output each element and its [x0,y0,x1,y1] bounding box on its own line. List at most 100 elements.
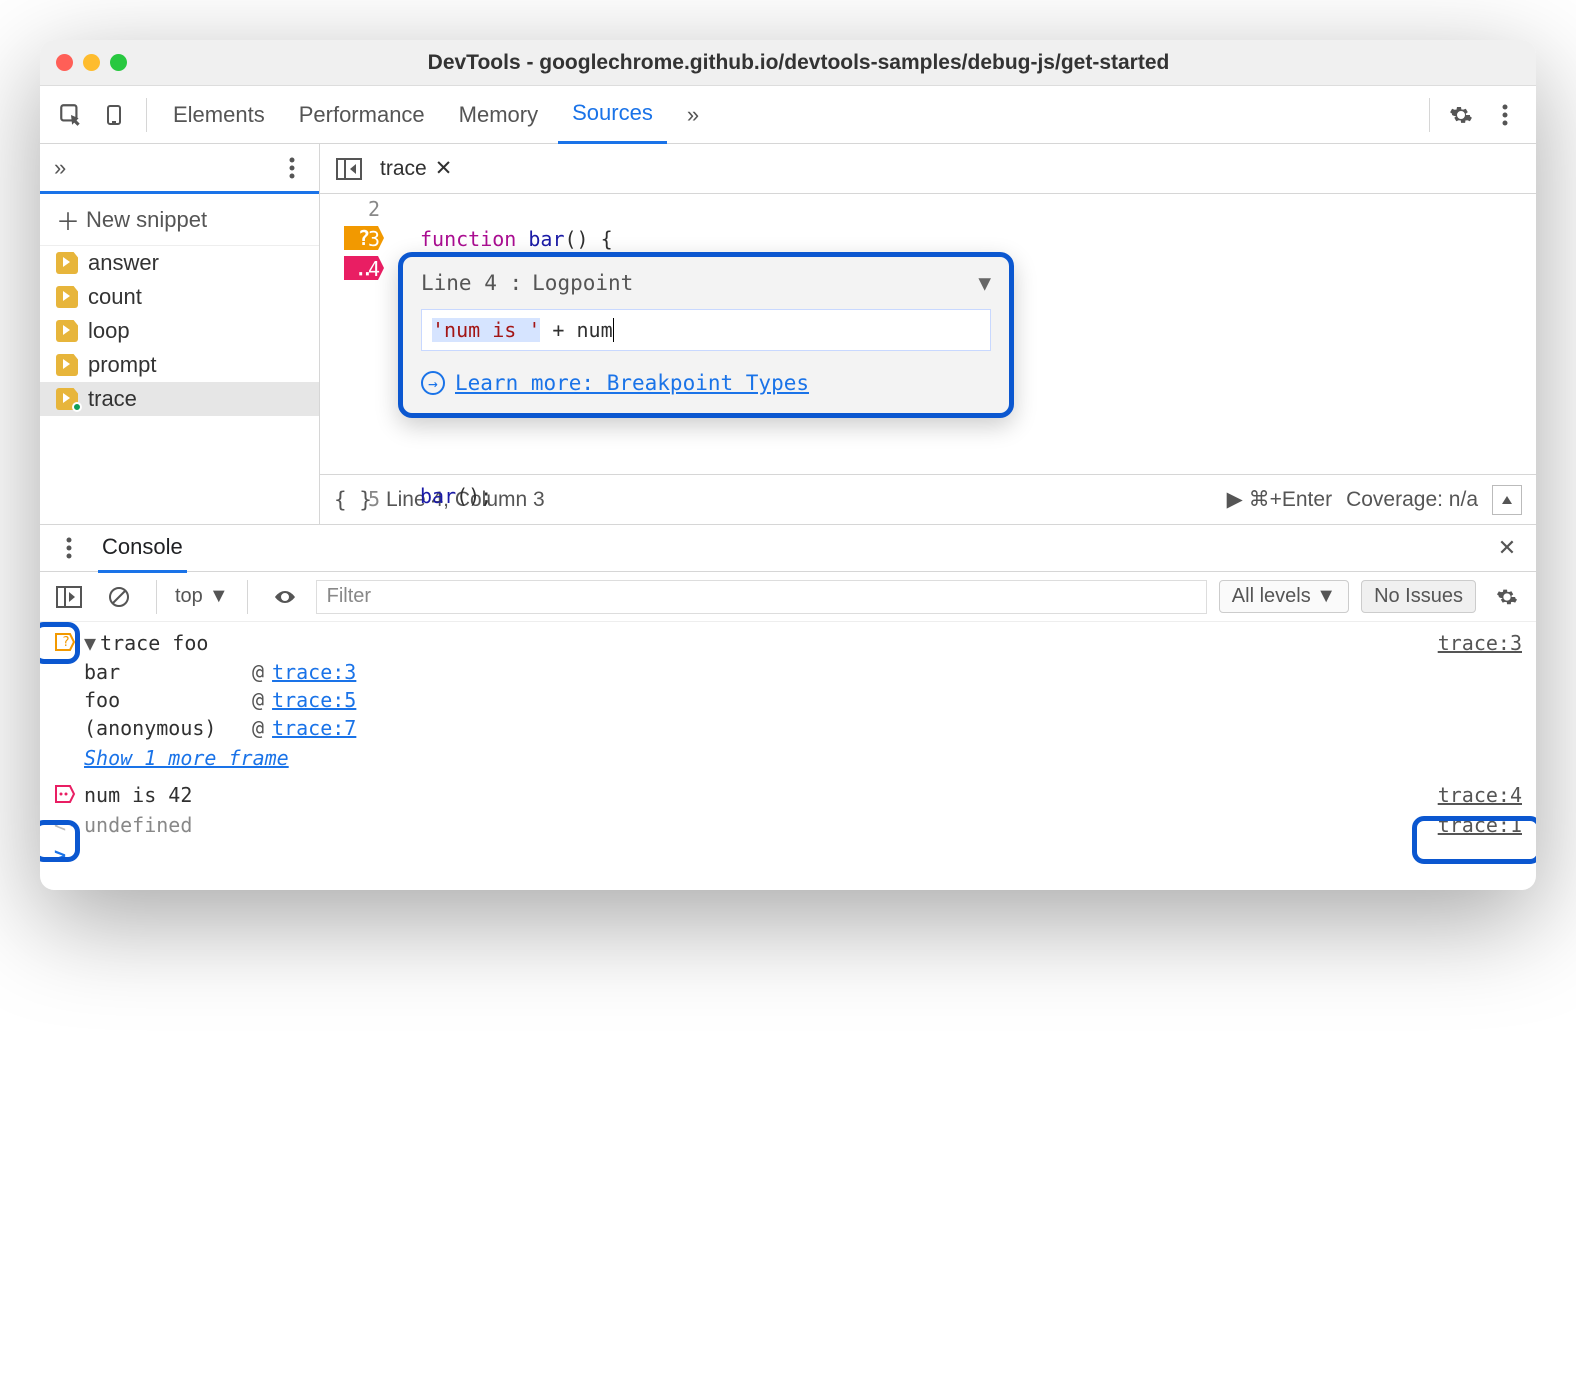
file-loop[interactable]: loop [40,314,319,348]
file-count[interactable]: count [40,280,319,314]
window-zoom-button[interactable] [110,54,127,71]
window-close-button[interactable] [56,54,73,71]
breakpoint-type-select[interactable]: Logpoint [532,271,633,295]
editor-tab-label: trace [380,157,427,181]
line-gutter[interactable]: 2 ?3 ‥4 5 [320,194,390,514]
stack-frame[interactable]: foo@trace:5 [84,686,1522,714]
tab-memory[interactable]: Memory [445,86,552,144]
snippet-icon [56,320,78,342]
settings-icon[interactable] [1442,96,1480,134]
source-link[interactable]: trace:7 [272,716,356,740]
more-menu-icon[interactable] [1486,96,1524,134]
new-snippet-label: New snippet [86,207,207,233]
modified-dot-icon [72,402,82,412]
run-snippet-button[interactable]: ▶ ⌘+Enter [1227,487,1332,512]
drawer-menu-icon[interactable] [50,529,88,567]
new-snippet-button[interactable]: ＋ New snippet [40,194,319,246]
close-tab-icon[interactable]: ✕ [435,156,453,181]
window-title: DevTools - googlechrome.github.io/devtoo… [137,51,1460,75]
navigator-menu-icon[interactable] [273,149,311,187]
source-link[interactable]: trace:3 [1438,631,1522,655]
console-settings-icon[interactable] [1488,578,1526,616]
console-prompt[interactable]: > [54,840,1522,870]
console-filter-input[interactable]: Filter [316,580,1207,614]
trace-badge-icon: ? [54,631,84,655]
device-toolbar-icon[interactable] [96,96,134,134]
filter-placeholder: Filter [327,585,371,608]
expression-tail: + num [540,318,612,342]
separator [156,580,157,614]
file-label: count [88,284,142,310]
stack-trace: bar@trace:3 foo@trace:5 (anonymous)@trac… [54,658,1522,742]
toggle-details-icon[interactable] [1492,485,1522,515]
console-row-trace[interactable]: ? ▼ trace foo trace:3 [54,628,1522,658]
dropdown-arrow-icon[interactable]: ▼ [978,271,991,295]
navigator-tabs-overflow[interactable]: » [54,155,66,181]
coverage-status: Coverage: n/a [1346,488,1478,512]
breakpoint-editor-popup: Line 4 : Logpoint ▼ 'num is ' + num​ → L… [398,252,1014,418]
learn-more-link[interactable]: Learn more: Breakpoint Types [455,371,809,395]
plus-icon: ＋ [56,202,80,237]
tab-performance[interactable]: Performance [285,86,439,144]
tabs-overflow[interactable]: » [673,86,713,144]
svg-text:?: ? [62,635,70,650]
snippet-icon [56,286,78,308]
return-value-icon: <· [54,813,84,837]
separator [146,98,147,132]
window-minimize-button[interactable] [83,54,100,71]
console-row-result[interactable]: <· undefined trace:1 [54,810,1522,840]
console-row-logpoint[interactable]: num is 42 trace:4 [54,780,1522,810]
titlebar: DevTools - googlechrome.github.io/devtoo… [40,40,1536,86]
show-navigator-icon[interactable] [330,150,368,188]
console-message: num is 42 [84,783,1438,807]
code-editor[interactable]: 2 ?3 ‥4 5 function bar() { let num = 42;… [320,194,1536,474]
disclosure-triangle-icon[interactable]: ▼ [84,631,96,655]
snippet-icon [56,354,78,376]
navigator-pane: » ＋ New snippet answer count loop prompt… [40,144,320,524]
console-message: trace foo [100,631,1438,655]
live-expression-icon[interactable] [266,578,304,616]
source-link[interactable]: trace:5 [272,688,356,712]
tab-elements[interactable]: Elements [159,86,279,144]
prompt-icon: > [54,843,84,867]
file-label: prompt [88,352,156,378]
editor-tab-trace[interactable]: trace ✕ [380,156,452,181]
file-label: trace [88,386,137,412]
file-answer[interactable]: answer [40,246,319,280]
file-prompt[interactable]: prompt [40,348,319,382]
logpoint-badge-icon [54,783,84,807]
devtools-window: DevTools - googlechrome.github.io/devtoo… [40,40,1536,890]
show-more-frames-link[interactable]: Show 1 more frame [54,742,1522,780]
console-output[interactable]: ? ▼ trace foo trace:3 bar@trace:3 foo@tr… [40,622,1536,890]
drawer-tab-console[interactable]: Console [98,524,187,573]
tab-sources[interactable]: Sources [558,86,667,144]
context-selector[interactable]: top ▼ [175,585,229,608]
logpoint-expression-input[interactable]: 'num is ' + num​ [421,309,991,351]
file-label: answer [88,250,159,276]
inspect-icon[interactable] [52,96,90,134]
popup-line-label: Line 4 : [421,271,522,295]
stack-frame[interactable]: (anonymous)@trace:7 [84,714,1522,742]
file-trace[interactable]: trace [40,382,319,416]
source-link[interactable]: trace:1 [1438,813,1522,837]
source-link[interactable]: trace:4 [1438,783,1522,807]
file-label: loop [88,318,130,344]
console-sidebar-toggle-icon[interactable] [50,578,88,616]
stack-frame[interactable]: bar@trace:3 [84,658,1522,686]
editor-pane: trace ✕ 2 ?3 ‥4 5 function bar() { let n… [320,144,1536,524]
expression-selection: 'num is ' [432,318,540,342]
issues-button[interactable]: No Issues [1361,580,1476,613]
chevron-down-icon: ▼ [209,585,229,608]
source-link[interactable]: trace:3 [272,660,356,684]
arrow-right-circle-icon: → [421,371,445,395]
drawer-header: Console ✕ [40,524,1536,572]
close-drawer-icon[interactable]: ✕ [1488,529,1526,567]
clear-console-icon[interactable] [100,578,138,616]
log-levels-select[interactable]: All levels ▼ [1219,580,1349,613]
snippet-icon [56,252,78,274]
console-message: undefined [84,813,1438,837]
code-line-5: bar(); [420,484,492,508]
console-toolbar: top ▼ Filter All levels ▼ No Issues [40,572,1536,622]
panel-tabstrip: Elements Performance Memory Sources » [40,86,1536,144]
separator [247,580,248,614]
